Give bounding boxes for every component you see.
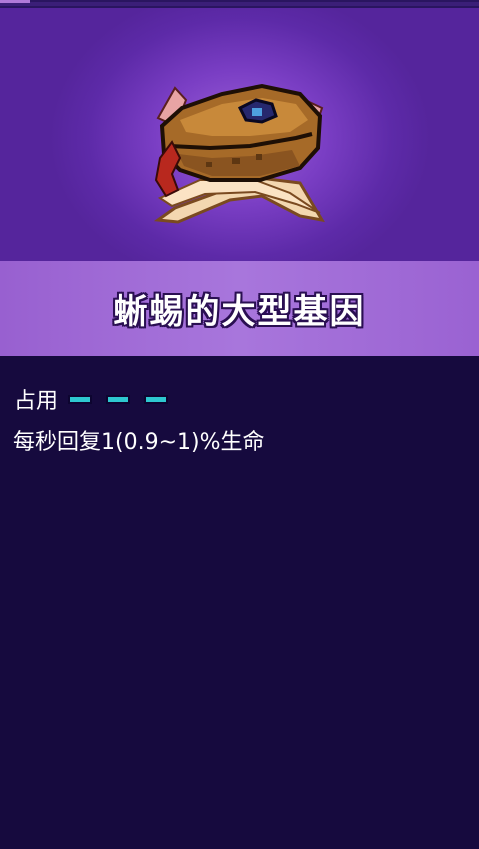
slot-marker: [146, 396, 167, 402]
item-hero: [0, 8, 479, 261]
effect-description: 每秒回复1(0.9~1)%生命: [13, 430, 265, 455]
slot-usage: 占用: [14, 384, 178, 414]
slot-marker: [108, 396, 129, 402]
title-band: 蜥蜴的大型基因: [0, 261, 479, 356]
info-panel: 占用 每秒回复1(0.9~1)%生命: [0, 356, 479, 849]
top-accent: [0, 0, 30, 3]
top-bar: [0, 2, 479, 6]
top-strip: [0, 0, 479, 16]
lizard-head-icon: [153, 83, 325, 224]
slot-usage-label: 占用: [14, 389, 59, 414]
slot-marker: [70, 396, 91, 402]
item-name: 蜥蜴的大型基因: [113, 292, 366, 332]
